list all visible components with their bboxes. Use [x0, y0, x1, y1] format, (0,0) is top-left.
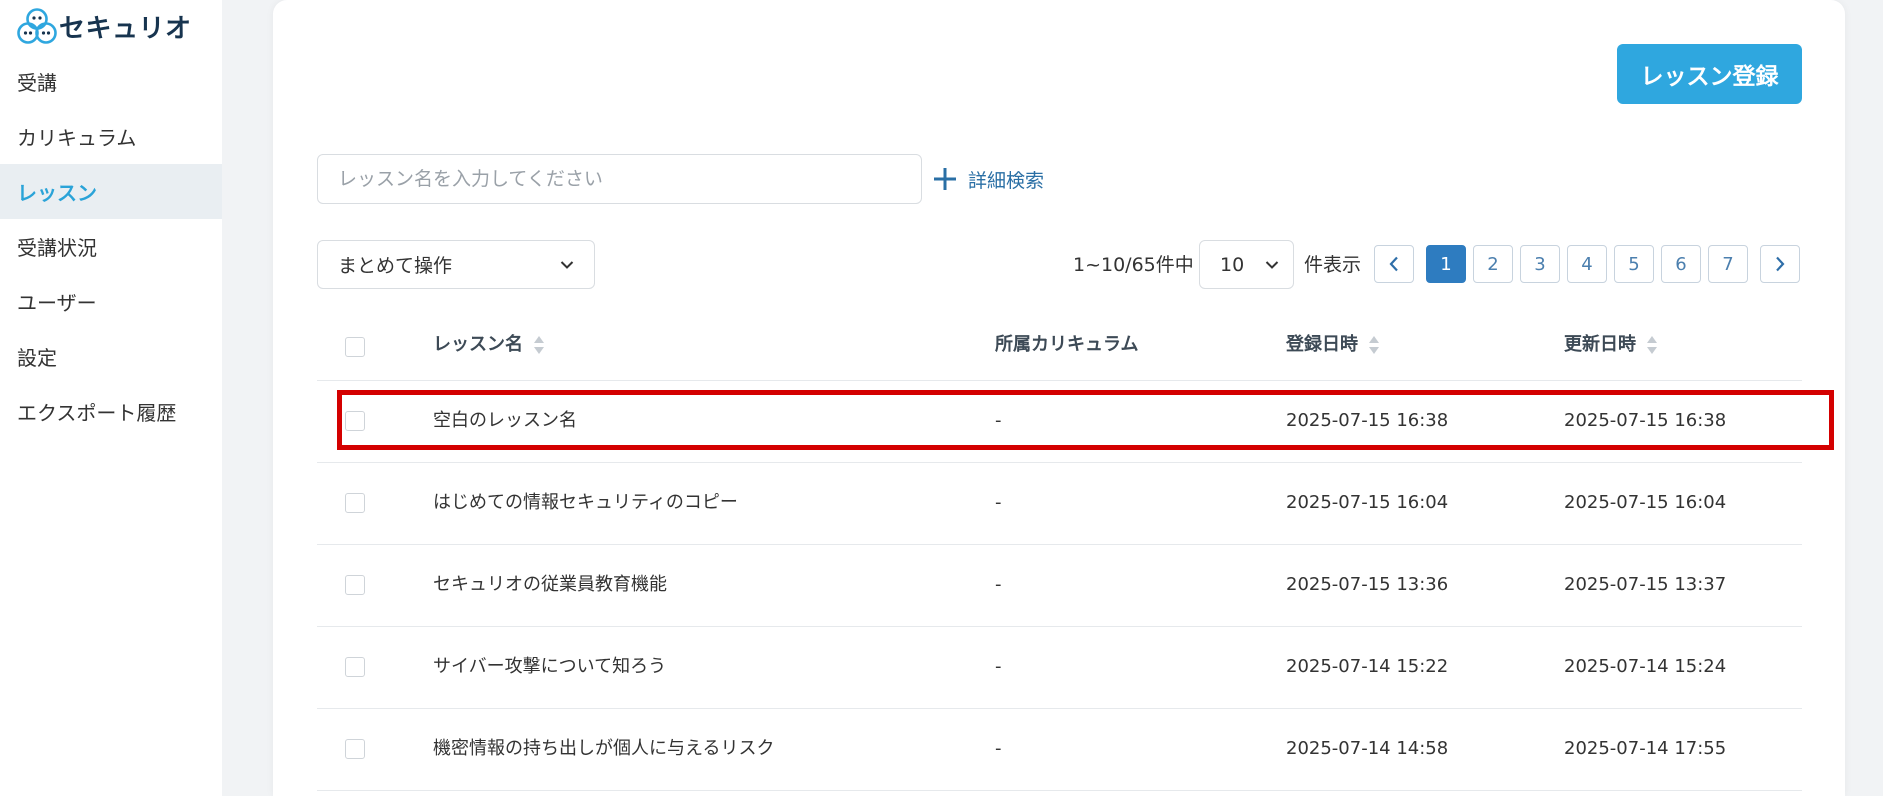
per-page-suffix: 件表示 — [1304, 254, 1362, 276]
bulk-action-select[interactable]: まとめて操作 — [317, 240, 595, 289]
chevron-right-icon — [1776, 256, 1785, 272]
next-page-button[interactable] — [1760, 245, 1800, 283]
table-row[interactable]: セキュリオの従業員教育機能 - 2025-07-15 13:36 2025-07… — [317, 545, 1802, 627]
lesson-name-cell[interactable]: セキュリオの従業員教育機能 — [433, 570, 667, 600]
lesson-name-cell[interactable]: サイバー攻撃について知ろう — [433, 652, 666, 682]
logo-text: セキュリオ — [59, 13, 192, 44]
curriculum-cell: - — [995, 656, 1002, 677]
registered-date-cell: 2025-07-15 13:36 — [1286, 574, 1449, 595]
registered-date-cell: 2025-07-15 16:38 — [1286, 410, 1449, 431]
lesson-name-cell[interactable]: はじめての情報セキュリティのコピー — [433, 488, 738, 518]
table-row[interactable]: 機密情報の持ち出しが個人に与えるリスク - 2025-07-14 14:58 2… — [317, 709, 1802, 791]
page-button-5[interactable]: 5 — [1614, 245, 1654, 283]
bulk-action-label: まとめて操作 — [338, 255, 453, 277]
app-logo[interactable]: セキュリオ — [17, 7, 192, 45]
curriculum-cell: - — [995, 410, 1002, 431]
table-header: レッスン名 所属カリキュラム 登録日時 更新日時 — [317, 310, 1802, 381]
lesson-table: レッスン名 所属カリキュラム 登録日時 更新日時 空白のレッスン名 - 2025… — [317, 310, 1802, 791]
row-checkbox[interactable] — [345, 493, 365, 513]
table-row[interactable]: 空白のレッスン名 - 2025-07-15 16:38 2025-07-15 1… — [317, 381, 1802, 463]
column-header-name[interactable]: レッスン名 — [433, 332, 545, 358]
updated-date-cell: 2025-07-15 16:04 — [1564, 492, 1727, 513]
register-lesson-button[interactable]: レッスン登録 — [1617, 44, 1802, 104]
sort-icon — [534, 336, 544, 354]
row-checkbox[interactable] — [345, 575, 365, 595]
registered-date-cell: 2025-07-15 16:04 — [1286, 492, 1449, 513]
sidebar-item-curriculum[interactable]: カリキュラム — [0, 109, 222, 164]
per-page-select[interactable]: 10 — [1199, 240, 1294, 289]
page-button-4[interactable]: 4 — [1567, 245, 1607, 283]
column-header-curriculum: 所属カリキュラム — [995, 334, 1139, 355]
page-button-7[interactable]: 7 — [1708, 245, 1748, 283]
advanced-search-link[interactable]: 詳細検索 — [932, 162, 1044, 196]
sidebar-item-course[interactable]: 受講 — [0, 54, 222, 109]
sidebar-nav: 受講 カリキュラム レッスン 受講状況 ユーザー 設定 エクスポート履歴 — [0, 54, 222, 439]
page-button-2[interactable]: 2 — [1473, 245, 1513, 283]
sidebar-item-users[interactable]: ユーザー — [0, 274, 222, 329]
column-header-updated[interactable]: 更新日時 — [1564, 332, 1658, 358]
lesson-name-cell[interactable]: 機密情報の持ち出しが個人に与えるリスク — [433, 734, 774, 764]
prev-page-button[interactable] — [1374, 245, 1414, 283]
lesson-name-cell[interactable]: 空白のレッスン名 — [433, 406, 577, 436]
advanced-search-label: 詳細検索 — [968, 169, 1045, 192]
sort-icon — [1647, 336, 1657, 354]
chevron-down-icon — [1265, 260, 1279, 269]
plus-icon — [934, 168, 956, 190]
row-checkbox[interactable] — [345, 411, 365, 431]
curriculum-cell: - — [995, 738, 1002, 759]
registered-date-cell: 2025-07-14 14:58 — [1286, 738, 1449, 759]
curriculum-cell: - — [995, 574, 1002, 595]
logo-icon — [17, 8, 57, 44]
registered-date-cell: 2025-07-14 15:22 — [1286, 656, 1449, 677]
sidebar: セキュリオ 受講 カリキュラム レッスン 受講状況 ユーザー 設定 エクスポート… — [0, 0, 222, 796]
sidebar-item-export-history[interactable]: エクスポート履歴 — [0, 384, 222, 439]
column-header-registered[interactable]: 登録日時 — [1286, 332, 1380, 358]
sort-icon — [1369, 336, 1379, 354]
updated-date-cell: 2025-07-14 15:24 — [1564, 656, 1727, 677]
page-button-1[interactable]: 1 — [1426, 245, 1466, 283]
sidebar-item-settings[interactable]: 設定 — [0, 329, 222, 384]
page-button-6[interactable]: 6 — [1661, 245, 1701, 283]
row-checkbox[interactable] — [345, 657, 365, 677]
updated-date-cell: 2025-07-15 13:37 — [1564, 574, 1727, 595]
curriculum-cell: - — [995, 492, 1002, 513]
sidebar-item-progress[interactable]: 受講状況 — [0, 219, 222, 274]
updated-date-cell: 2025-07-15 16:38 — [1564, 410, 1727, 431]
chevron-down-icon — [560, 260, 574, 269]
select-all-checkbox[interactable] — [345, 337, 365, 357]
row-checkbox[interactable] — [345, 739, 365, 759]
result-range-text: 1~10/65件中 — [1073, 254, 1194, 276]
chevron-left-icon — [1389, 256, 1398, 272]
per-page-value: 10 — [1220, 253, 1245, 276]
updated-date-cell: 2025-07-14 17:55 — [1564, 738, 1727, 759]
sidebar-item-lesson[interactable]: レッスン — [0, 164, 222, 219]
lesson-search-input[interactable] — [317, 154, 922, 204]
table-row[interactable]: はじめての情報セキュリティのコピー - 2025-07-15 16:04 202… — [317, 463, 1802, 545]
page-button-3[interactable]: 3 — [1520, 245, 1560, 283]
table-row[interactable]: サイバー攻撃について知ろう - 2025-07-14 15:22 2025-07… — [317, 627, 1802, 709]
